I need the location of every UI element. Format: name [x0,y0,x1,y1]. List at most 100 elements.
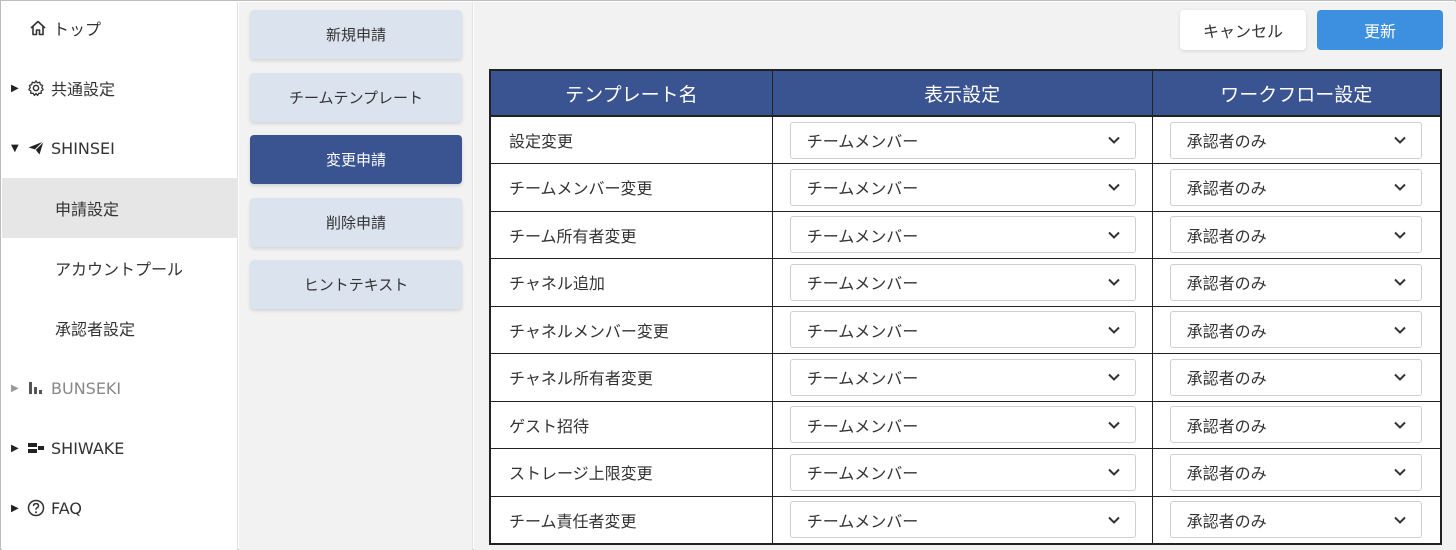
template-name-cell: ストレージ上限変更 [490,448,773,497]
chevron-down-icon [1393,418,1407,432]
template-name: チームメンバー変更 [509,179,653,199]
table-row: チーム責任者変更 チームメンバー 承認者のみ [490,496,1442,544]
workflow-setting-select[interactable]: 承認者のみ [1169,453,1422,491]
table-row: ゲスト招待 チームメンバー 承認者のみ [490,401,1442,449]
chevron-down-icon [1393,465,1407,479]
bar-chart-icon [27,379,45,397]
display-setting-select[interactable]: チームメンバー [789,121,1136,159]
sidebar-item-label: 共通設定 [51,80,116,99]
caret-right-icon: ▶ [11,442,19,454]
workflow-setting-cell: 承認者のみ [1152,353,1442,402]
caret-down-icon: ▼ [11,142,19,154]
workflow-setting-select[interactable]: 承認者のみ [1169,121,1422,159]
caret-right-icon: ▶ [11,82,19,94]
table-header-row: テンプレート名 表示設定 ワークフロー設定 [490,70,1442,117]
chevron-down-icon [1393,180,1407,194]
chevron-down-icon [1393,513,1407,527]
sidebar-item-label: トップ [53,20,102,39]
display-setting-cell: チームメンバー [772,163,1153,212]
workflow-setting-select[interactable]: 承認者のみ [1169,168,1422,206]
display-setting-cell: チームメンバー [772,353,1153,402]
table-row: 設定変更 チームメンバー 承認者のみ [490,116,1442,164]
workflow-setting-cell: 承認者のみ [1152,163,1442,212]
app-window: トップ ▶ 共通設定 ▼ SHINSEI 申請設定 アカウントプール 承認者設定… [0,0,1456,550]
display-setting-value: チームメンバー [806,274,919,294]
update-button[interactable]: 更新 [1317,10,1443,50]
display-setting-cell: チームメンバー [772,448,1153,497]
workflow-setting-value: 承認者のみ [1186,511,1267,531]
template-name-cell: ゲスト招待 [490,401,773,449]
template-name: ゲスト招待 [509,416,590,436]
template-name-cell: チャネル追加 [490,258,773,307]
cancel-button[interactable]: キャンセル [1180,10,1306,50]
submenu-delete-application-button[interactable]: 削除申請 [250,198,462,247]
workflow-setting-cell: 承認者のみ [1152,496,1442,544]
workflow-setting-value: 承認者のみ [1186,274,1267,294]
display-setting-value: チームメンバー [806,511,919,531]
column-header-display-setting: 表示設定 [772,70,1153,117]
sidebar-item-bunseki[interactable]: ▶ BUNSEKI [2,358,238,418]
display-setting-cell: チームメンバー [772,258,1153,307]
chevron-down-icon [1393,133,1407,147]
display-setting-select[interactable]: チームメンバー [789,168,1136,206]
main-content: キャンセル 更新 テンプレート名 表示設定 ワークフロー設定 設定変更 チームメ… [474,2,1456,550]
column-header-template-name: テンプレート名 [490,70,773,117]
sidebar-item-label: 承認者設定 [55,320,136,339]
template-name-cell: チーム所有者変更 [490,211,773,259]
table-row: ストレージ上限変更 チームメンバー 承認者のみ [490,448,1442,497]
template-name-cell: チームメンバー変更 [490,163,773,212]
sidebar-item-faq[interactable]: ▶ FAQ [2,478,238,538]
workflow-setting-select[interactable]: 承認者のみ [1169,263,1422,301]
display-setting-select[interactable]: チームメンバー [789,311,1136,349]
display-setting-select[interactable]: チームメンバー [789,263,1136,301]
workflow-setting-select[interactable]: 承認者のみ [1169,501,1422,538]
workflow-setting-value: 承認者のみ [1186,416,1267,436]
display-setting-cell: チームメンバー [772,401,1153,449]
sidebar-item-label: アカウントプール [55,260,184,279]
sidebar-item-account-pool[interactable]: アカウントプール [2,238,238,298]
table-row: チャネル所有者変更 チームメンバー 承認者のみ [490,353,1442,402]
workflow-setting-value: 承認者のみ [1186,179,1267,199]
caret-right-icon: ▶ [11,382,19,394]
template-name-cell: 設定変更 [490,116,773,164]
chevron-down-icon [1107,180,1121,194]
submenu-team-template-button[interactable]: チームテンプレート [250,73,462,122]
workflow-setting-value: 承認者のみ [1186,226,1267,246]
display-setting-cell: チームメンバー [772,116,1153,164]
workflow-setting-select[interactable]: 承認者のみ [1169,311,1422,349]
chevron-down-icon [1107,513,1121,527]
workflow-setting-select[interactable]: 承認者のみ [1169,216,1422,254]
chevron-down-icon [1393,323,1407,337]
sidebar: トップ ▶ 共通設定 ▼ SHINSEI 申請設定 アカウントプール 承認者設定… [2,2,238,550]
sidebar-item-approver-settings[interactable]: 承認者設定 [2,298,238,358]
display-setting-select[interactable]: チームメンバー [789,216,1136,254]
display-setting-select[interactable]: チームメンバー [789,453,1136,491]
sidebar-item-common-settings[interactable]: ▶ 共通設定 [2,58,238,118]
table-row: チャネルメンバー変更 チームメンバー 承認者のみ [490,306,1442,354]
display-setting-select[interactable]: チームメンバー [789,358,1136,396]
sidebar-item-application-settings[interactable]: 申請設定 [2,178,238,238]
submenu-hint-text-button[interactable]: ヒントテキスト [250,260,462,309]
display-setting-cell: チームメンバー [772,306,1153,354]
chevron-down-icon [1107,465,1121,479]
sidebar-item-shiwake[interactable]: ▶ SHIWAKE [2,418,238,478]
paper-plane-icon [27,139,45,157]
template-name: チャネル所有者変更 [509,369,653,389]
display-setting-value: チームメンバー [806,321,919,341]
display-setting-select[interactable]: チームメンバー [789,501,1136,538]
chevron-down-icon [1107,228,1121,242]
chevron-down-icon [1393,228,1407,242]
display-setting-select[interactable]: チームメンバー [789,406,1136,444]
sidebar-item-label: BUNSEKI [51,378,122,398]
submenu: 新規申請 チームテンプレート 変更申請 削除申請 ヒントテキスト [239,2,473,550]
submenu-new-application-button[interactable]: 新規申請 [250,10,462,59]
display-setting-value: チームメンバー [806,226,919,246]
sidebar-item-top[interactable]: トップ [2,0,238,58]
sidebar-item-shinsei[interactable]: ▼ SHINSEI [2,118,238,178]
workflow-setting-select[interactable]: 承認者のみ [1169,358,1422,396]
table-row: チームメンバー変更 チームメンバー 承認者のみ [490,163,1442,212]
display-setting-value: チームメンバー [806,369,919,389]
submenu-change-application-button[interactable]: 変更申請 [250,135,462,184]
workflow-setting-cell: 承認者のみ [1152,258,1442,307]
workflow-setting-select[interactable]: 承認者のみ [1169,406,1422,444]
